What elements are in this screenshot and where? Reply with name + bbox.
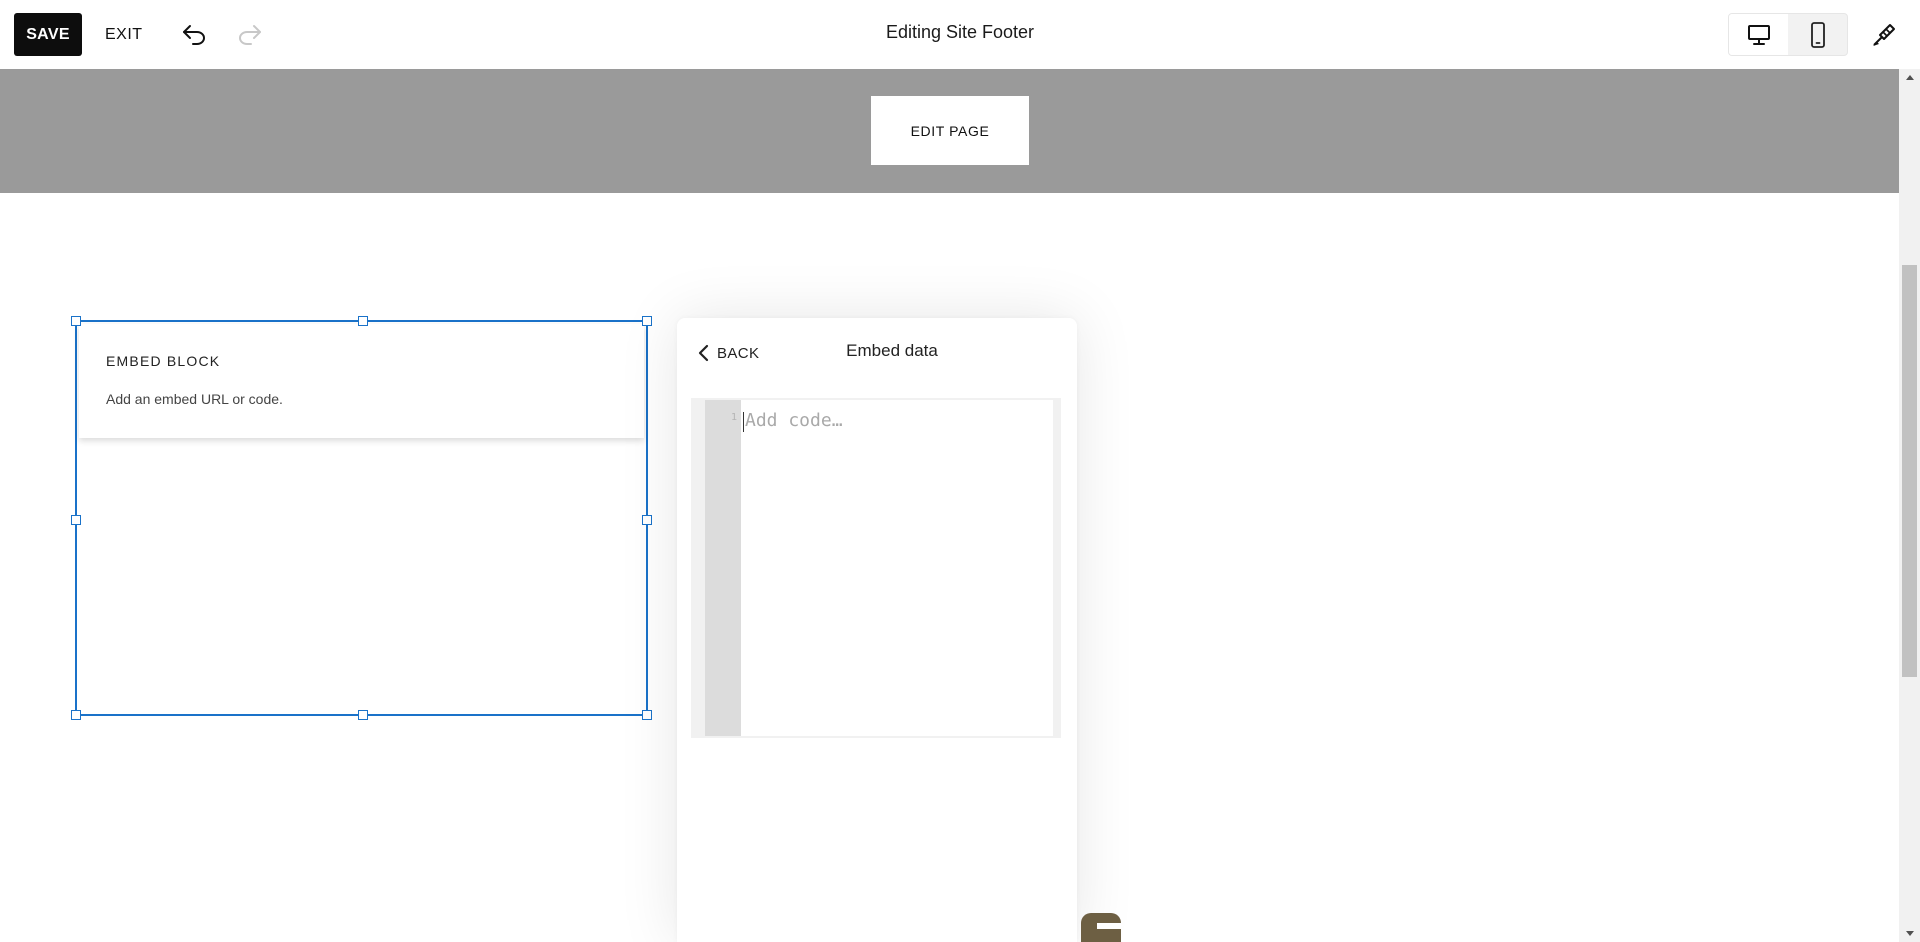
redo-icon (239, 25, 261, 45)
resize-handle-top-right[interactable] (642, 316, 652, 326)
undo-button[interactable] (178, 18, 210, 50)
scrollbar[interactable] (1899, 69, 1920, 942)
triangle-up-icon (1905, 75, 1914, 80)
device-toggle (1728, 13, 1848, 56)
mobile-view-button[interactable] (1788, 14, 1847, 55)
embed-block-description: Add an embed URL or code. (106, 391, 283, 407)
resize-handle-bottom[interactable] (358, 710, 368, 720)
resize-handle-left[interactable] (71, 515, 81, 525)
paintbrush-icon (1873, 24, 1895, 46)
back-label: BACK (717, 344, 760, 362)
site-styles-button[interactable] (1866, 17, 1902, 53)
resize-handle-top-left[interactable] (71, 316, 81, 326)
page-title: Editing Site Footer (885, 22, 1035, 42)
resize-handle-bottom-left[interactable] (71, 710, 81, 720)
save-button[interactable]: SAVE (14, 13, 82, 56)
redo-button[interactable] (234, 18, 266, 50)
scroll-down-arrow[interactable] (1899, 925, 1920, 942)
help-badge-icon[interactable] (1081, 913, 1121, 942)
undo-icon (183, 25, 205, 45)
embed-block-card[interactable]: EMBED BLOCK Add an embed URL or code. (79, 324, 644, 438)
triangle-down-icon (1905, 931, 1914, 936)
embed-data-panel: BACK Embed data 1 Add code… (677, 318, 1077, 942)
editor-toolbar: SAVE EXIT Editing Site Footer (0, 0, 1920, 69)
resize-handle-right[interactable] (642, 515, 652, 525)
text-cursor (743, 412, 744, 432)
line-number-gutter: 1 (705, 400, 741, 736)
embed-block-title: EMBED BLOCK (106, 353, 221, 369)
page-header-overlay: EDIT PAGE (0, 69, 1899, 193)
edit-page-button[interactable]: EDIT PAGE (871, 96, 1029, 165)
scroll-up-arrow[interactable] (1899, 69, 1920, 86)
back-button[interactable]: BACK (697, 340, 759, 366)
exit-button[interactable]: EXIT (105, 13, 143, 56)
chevron-left-icon (698, 344, 709, 362)
line-number: 1 (730, 412, 737, 423)
editor-title-wrap: Editing Site Footer (0, 22, 1920, 43)
desktop-view-button[interactable] (1729, 14, 1788, 55)
embed-block[interactable]: EMBED BLOCK Add an embed URL or code. (71, 316, 652, 720)
desktop-icon (1747, 24, 1770, 45)
code-placeholder: Add code… (745, 410, 843, 431)
resize-handle-bottom-right[interactable] (642, 710, 652, 720)
scrollbar-thumb[interactable] (1902, 265, 1917, 677)
code-editor[interactable]: 1 Add code… (691, 398, 1061, 738)
code-input[interactable]: Add code… (741, 400, 1053, 736)
mobile-icon (1810, 21, 1825, 48)
resize-handle-top[interactable] (358, 316, 368, 326)
